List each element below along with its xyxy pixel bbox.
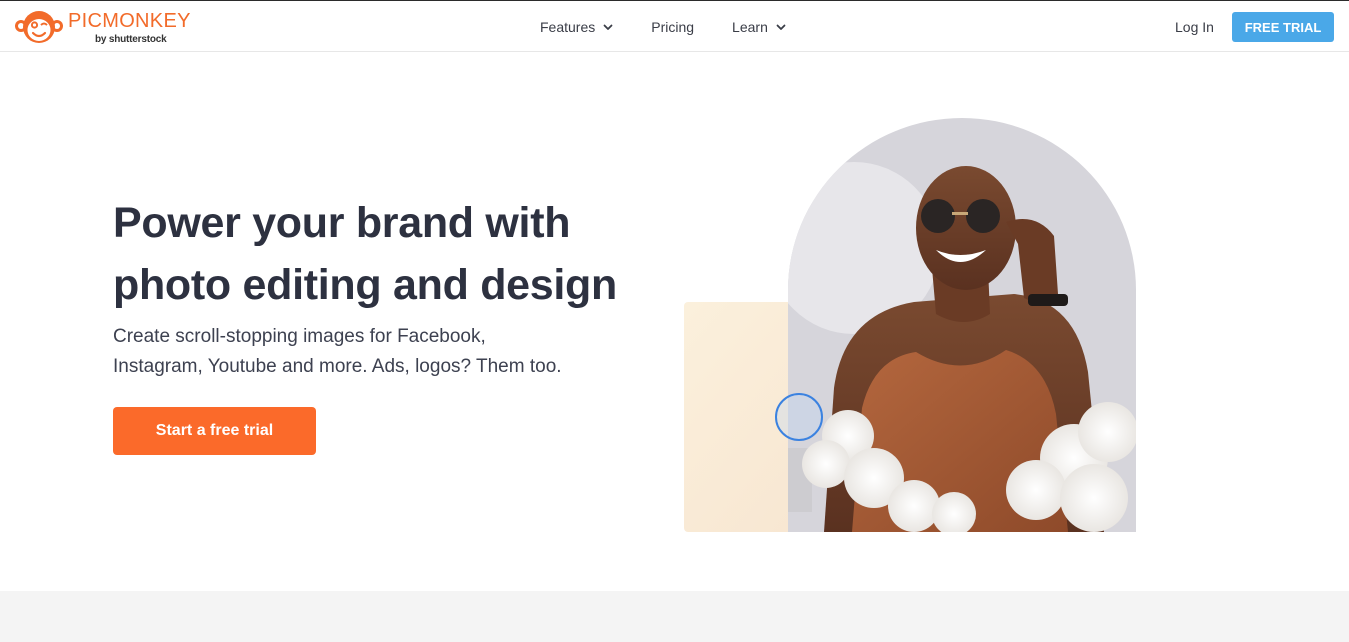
hero-title-line: Power your brand with <box>113 199 571 247</box>
brand-wordmark: PICMONKEY <box>68 10 191 32</box>
chevron-down-icon <box>776 24 786 30</box>
hero-subtitle: Create scroll-stopping images for Facebo… <box>113 322 583 382</box>
nav-item-label: Pricing <box>651 19 695 35</box>
free-trial-button[interactable]: FREE TRIAL <box>1232 12 1334 42</box>
nav-item-label: Features <box>540 19 596 35</box>
nav-item-label: Learn <box>732 19 768 35</box>
monkey-face-icon <box>15 11 63 43</box>
hero-image <box>684 118 1136 536</box>
nav-item-features[interactable]: Features <box>540 15 613 39</box>
picmonkey-logo[interactable]: PICMONKEY by shutterstock <box>14 9 190 47</box>
main-nav: Features Pricing Learn <box>540 1 824 53</box>
hero-subtitle-line: Create scroll-stopping images for Facebo… <box>113 326 486 347</box>
chevron-down-icon <box>603 24 613 30</box>
hero-subtitle-line: Instagram, Youtube and more. Ads, logos?… <box>113 356 562 377</box>
top-navigation-bar: PICMONKEY by shutterstock Features Prici… <box>0 0 1349 52</box>
brand-byline: by shutterstock <box>95 34 167 45</box>
nav-item-pricing[interactable]: Pricing <box>651 15 694 39</box>
hero-title: Power your brand with photo editing and … <box>113 192 633 316</box>
start-free-trial-button[interactable]: Start a free trial <box>113 407 316 455</box>
next-section-band <box>0 591 1349 642</box>
login-link[interactable]: Log In <box>1175 19 1214 35</box>
hero-title-line: photo editing and design <box>113 261 617 309</box>
nav-item-learn[interactable]: Learn <box>732 15 786 39</box>
